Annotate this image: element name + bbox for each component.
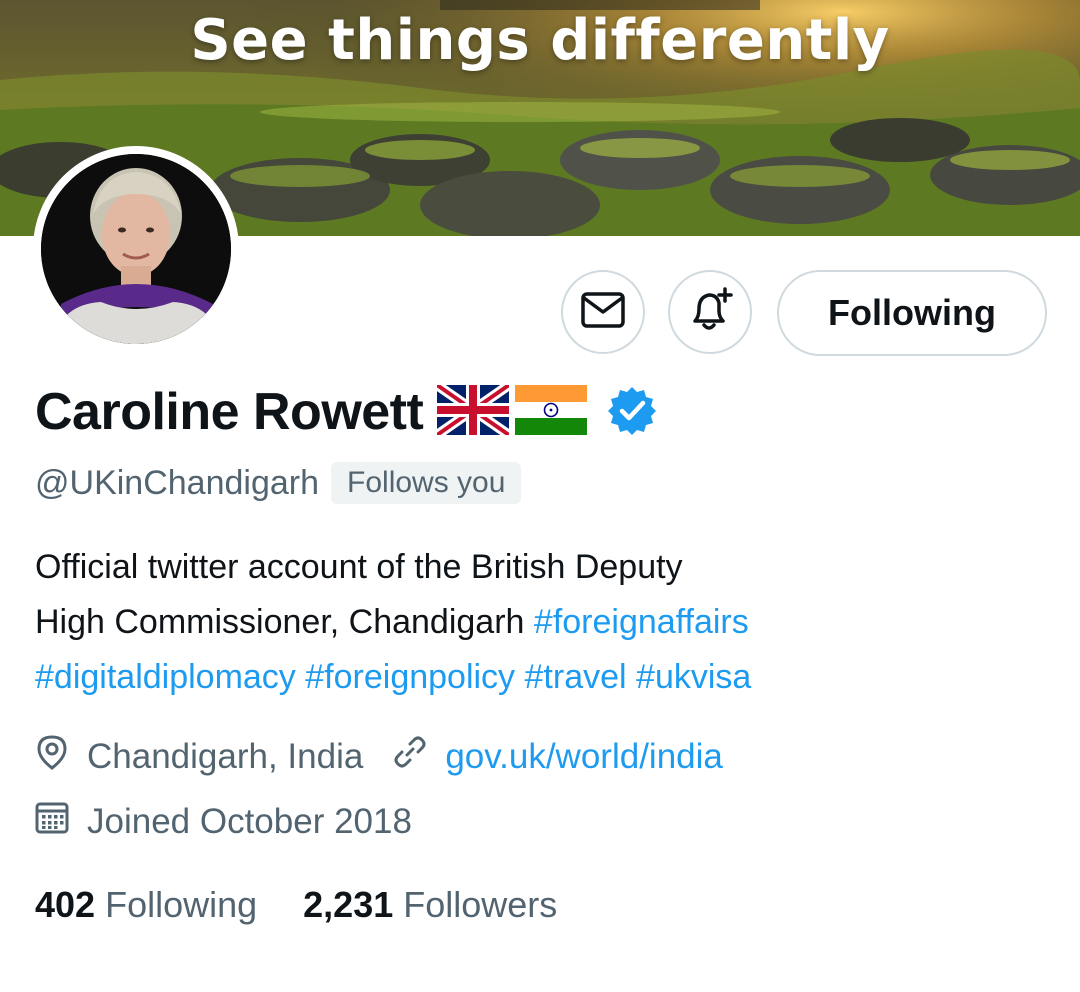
bio-line-2: High Commissioner, Chandigarh #foreignaf… [35, 595, 1035, 650]
hashtag-link[interactable]: #foreignaffairs [534, 603, 749, 641]
following-count: 402 [35, 884, 96, 925]
followers-label: Followers [403, 884, 558, 925]
hashtag-link[interactable]: #foreignpolicy [305, 658, 515, 696]
joined-row: Joined October 2018 [35, 800, 412, 843]
joined-date: Joined October 2018 [87, 801, 412, 841]
location-website-row: Chandigarh, India gov.uk/world/india [35, 734, 723, 779]
follow-stats: 402 Following 2,231 Followers [35, 884, 557, 926]
username-handle: @UKinChandigarh [35, 463, 320, 502]
notify-button[interactable] [668, 270, 752, 354]
profile-location: Chandigarh, India [87, 736, 364, 776]
link-icon [393, 735, 427, 778]
location-pin-icon [35, 734, 69, 779]
following-label: Following [105, 884, 258, 925]
avatar-portrait-image [41, 154, 231, 344]
hashtag-link[interactable]: #ukvisa [636, 658, 751, 696]
following-stat[interactable]: 402 Following [35, 884, 257, 926]
bio-line-1: Official twitter account of the British … [35, 548, 683, 586]
handle-row: @UKinChandigarh Follows you [35, 462, 522, 504]
name-row: Caroline Rowett [35, 380, 657, 442]
mail-icon [581, 291, 625, 333]
follows-you-badge: Follows you [331, 462, 522, 504]
hashtag-link[interactable]: #travel [525, 658, 627, 696]
verified-badge-icon[interactable] [607, 385, 657, 440]
uk-flag-icon [434, 380, 513, 440]
calendar-icon [35, 800, 69, 843]
avatar-border [33, 146, 239, 352]
followers-count: 2,231 [303, 884, 394, 925]
avatar[interactable] [41, 154, 231, 344]
display-name: Caroline Rowett [35, 383, 424, 441]
india-flag-icon [515, 384, 588, 440]
hashtag-link[interactable]: #digitaldiplomacy [35, 658, 296, 696]
following-button[interactable]: Following [777, 270, 1047, 356]
followers-stat[interactable]: 2,231 Followers [303, 884, 557, 926]
bio-line-3: #digitaldiplomacy #foreignpolicy #travel… [35, 650, 1035, 705]
bell-plus-icon [685, 285, 735, 340]
profile-bio: Official twitter account of the British … [35, 540, 1035, 705]
message-button[interactable] [561, 270, 645, 354]
profile-website-link[interactable]: gov.uk/world/india [445, 737, 723, 777]
banner-headline: See things differently [190, 8, 890, 73]
bio-text: High Commissioner, Chandigarh [35, 603, 534, 641]
